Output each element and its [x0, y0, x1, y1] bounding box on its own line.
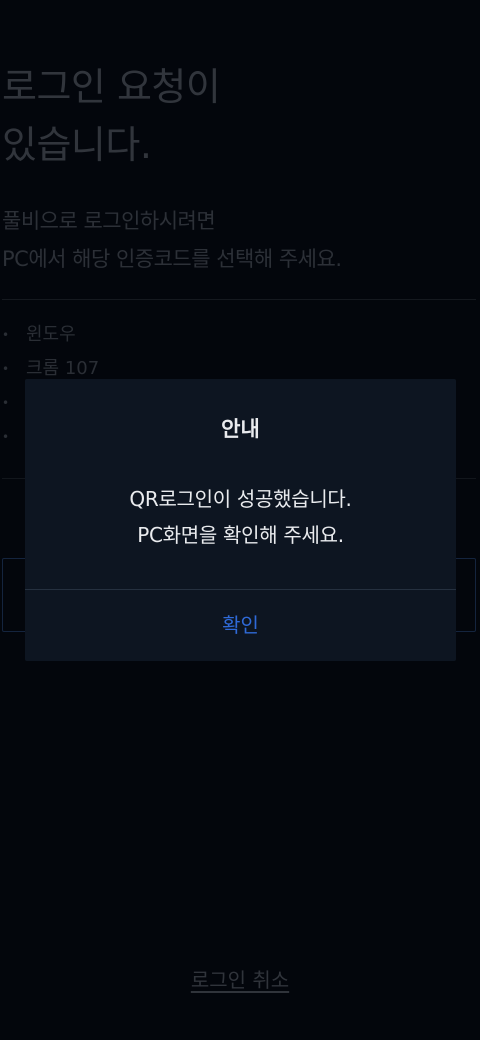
screen: 로그인 요청이 있습니다. 풀비으로 로그인하시려면 PC에서 해당 인증코드를… [0, 0, 480, 1040]
instruction-line-2: PC에서 해당 인증코드를 선택해 주세요. [2, 247, 342, 271]
dialog-title: 안내 [221, 417, 260, 441]
confirm-button[interactable]: 확인 [25, 590, 456, 661]
bullet-icon: • [2, 430, 10, 444]
page-title-line-2: 있습니다. [2, 123, 152, 167]
instruction-text: 풀비으로 로그인하시려면 PC에서 해당 인증코드를 선택해 주세요. [2, 202, 342, 278]
dialog-message: QR로그인이 성공했습니다. PC화면을 확인해 주세요. [25, 481, 456, 553]
dialog-message-line-2: PC화면을 확인해 주세요. [137, 523, 344, 547]
bullet-icon: • [2, 328, 10, 342]
list-item-label: 크롬 107 [26, 358, 100, 379]
instruction-line-1: 풀비으로 로그인하시려면 [2, 209, 216, 233]
info-dialog: 안내 QR로그인이 성공했습니다. PC화면을 확인해 주세요. 확인 [25, 379, 456, 661]
page-title-line-1: 로그인 요청이 [2, 65, 221, 109]
bullet-icon: • [2, 362, 10, 376]
divider [2, 299, 476, 300]
dialog-message-line-1: QR로그인이 성공했습니다. [129, 487, 352, 511]
cancel-login-link[interactable]: 로그인 취소 [0, 962, 480, 998]
list-item-label: 윈도우 [26, 324, 76, 345]
list-item: • 윈도우 [2, 318, 472, 352]
bullet-icon: • [2, 396, 10, 410]
page-title: 로그인 요청이 있습니다. [2, 58, 221, 174]
